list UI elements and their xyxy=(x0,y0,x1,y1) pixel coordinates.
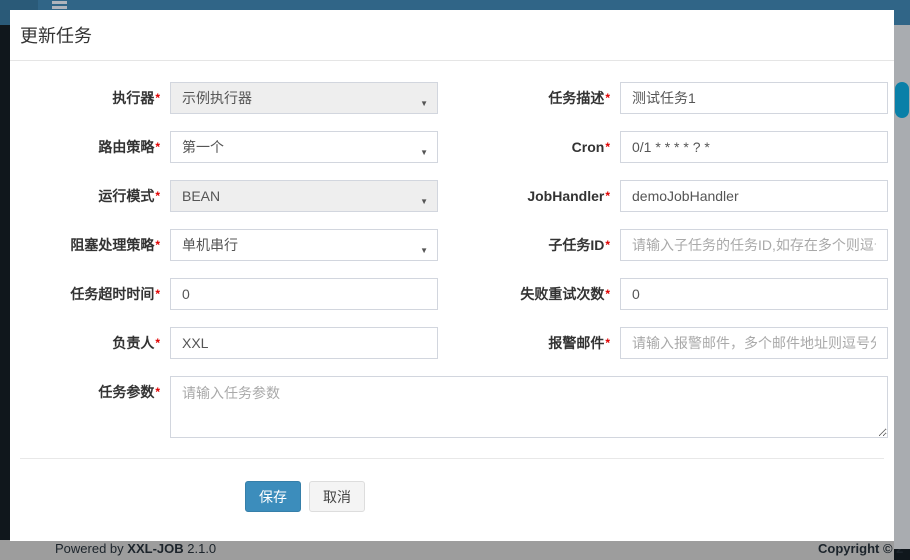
required-mark: * xyxy=(155,238,160,252)
required-mark: * xyxy=(155,336,160,350)
block-strategy-label: 阻塞处理策略* xyxy=(10,229,160,261)
cron-input[interactable] xyxy=(620,131,888,163)
required-mark: * xyxy=(155,91,160,105)
required-mark: * xyxy=(155,385,160,399)
form-row: 任务参数* xyxy=(10,376,894,438)
save-button[interactable]: 保存 xyxy=(245,481,301,512)
cron-label: Cron* xyxy=(390,131,610,163)
timeout-label: 任务超时时间* xyxy=(10,278,160,310)
job-handler-label: JobHandler* xyxy=(390,180,610,212)
required-mark: * xyxy=(605,287,610,301)
required-mark: * xyxy=(605,140,610,154)
alarm-email-label: 报警邮件* xyxy=(390,327,610,359)
scrollbar-thumb[interactable] xyxy=(895,82,909,118)
job-param-textarea[interactable] xyxy=(170,376,888,438)
required-mark: * xyxy=(605,91,610,105)
required-mark: * xyxy=(605,189,610,203)
scrollbar-track[interactable] xyxy=(894,0,910,549)
footer-separator xyxy=(20,458,884,459)
author-label: 负责人* xyxy=(10,327,160,359)
required-mark: * xyxy=(605,336,610,350)
fail-retry-label: 失败重试次数* xyxy=(390,278,610,310)
form-row: 执行器* 示例执行器▼ 任务描述* xyxy=(10,82,894,114)
glue-type-label: 运行模式* xyxy=(10,180,160,212)
alarm-email-input[interactable] xyxy=(620,327,888,359)
job-handler-input[interactable] xyxy=(620,180,888,212)
child-jobid-input[interactable] xyxy=(620,229,888,261)
fail-retry-input[interactable] xyxy=(620,278,888,310)
executor-label: 执行器* xyxy=(10,82,160,114)
child-jobid-label: 子任务ID* xyxy=(390,229,610,261)
route-strategy-label: 路由策略* xyxy=(10,131,160,163)
form-row: 任务超时时间* 失败重试次数* xyxy=(10,278,894,310)
required-mark: * xyxy=(155,189,160,203)
modal-actions: 保存 取消 xyxy=(245,481,365,512)
cancel-button[interactable]: 取消 xyxy=(309,481,365,512)
page-footer: Powered by XXL-JOB 2.1.0 Copyright © 2 xyxy=(0,540,894,560)
form-row: 运行模式* BEAN▼ JobHandler* xyxy=(10,180,894,212)
job-desc-label: 任务描述* xyxy=(390,82,610,114)
form-row: 路由策略* 第一个▼ Cron* xyxy=(10,131,894,163)
modal-title: 更新任务 xyxy=(20,22,92,48)
required-mark: * xyxy=(155,140,160,154)
job-desc-input[interactable] xyxy=(620,82,888,114)
form-row: 负责人* 报警邮件* xyxy=(10,327,894,359)
modal-header: 更新任务 xyxy=(10,10,894,61)
scrollbar-header-cap xyxy=(894,0,910,25)
update-task-form: 执行器* 示例执行器▼ 任务描述* 路由策略* 第一个▼ Cron* 运行模式*… xyxy=(10,62,894,541)
update-task-modal: 更新任务 执行器* 示例执行器▼ 任务描述* 路由策略* 第一个▼ Cron* … xyxy=(10,10,894,541)
required-mark: * xyxy=(155,287,160,301)
required-mark: * xyxy=(605,238,610,252)
form-row: 阻塞处理策略* 单机串行▼ 子任务ID* xyxy=(10,229,894,261)
job-param-label: 任务参数* xyxy=(10,376,160,408)
